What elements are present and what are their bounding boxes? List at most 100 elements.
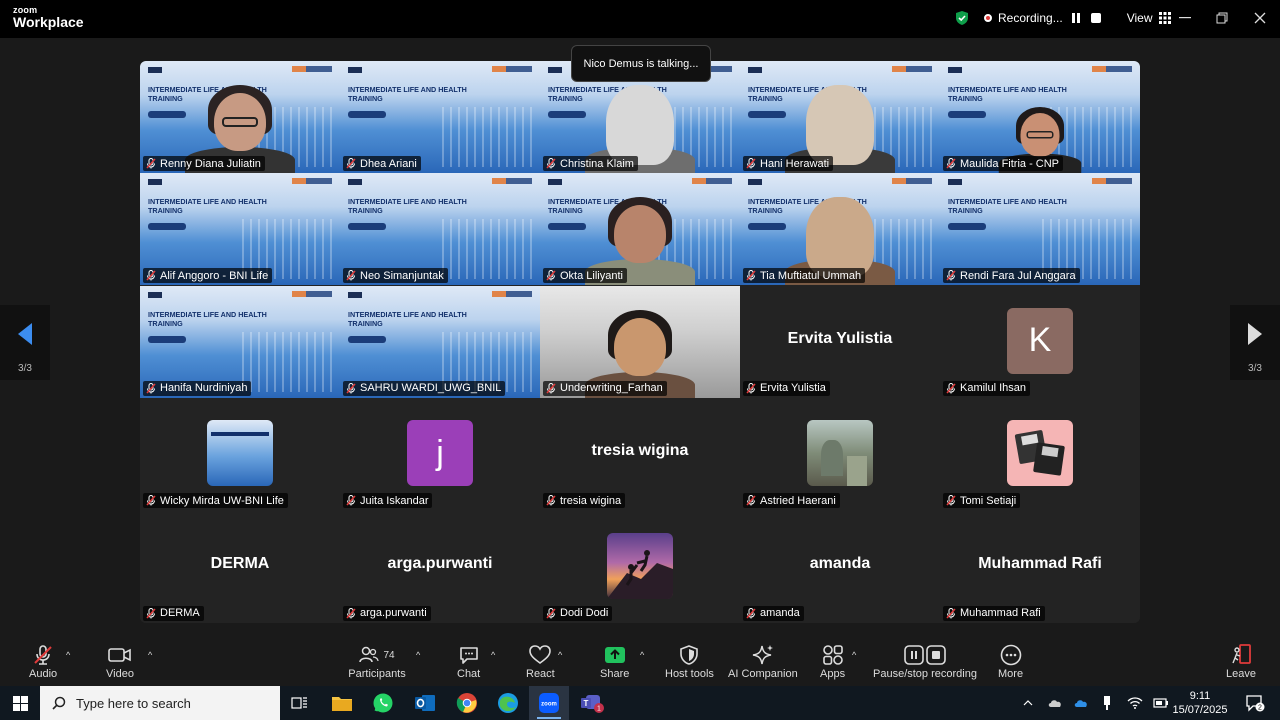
participant-name: Tomi Setiaji (960, 494, 1017, 507)
onedrive-cloud-icon[interactable] (1070, 686, 1092, 720)
participant-tile[interactable]: j Juita Iskandar (340, 398, 540, 510)
windows-taskbar: Type here to search zoom T1 9:11 15/07/2… (0, 686, 1280, 720)
participant-tile[interactable]: INTERMEDIATE LIFE AND HEALTH TRAINING SAH… (340, 285, 540, 398)
recording-indicator[interactable]: Recording... View (954, 6, 1171, 30)
participant-tile[interactable]: INTERMEDIATE LIFE AND HEALTH TRAINING Okt… (540, 173, 740, 286)
slide-subtitle (548, 223, 586, 231)
participant-tile[interactable]: INTERMEDIATE LIFE AND HEALTH TRAINING Neo… (340, 173, 540, 286)
participant-name-tag: Tomi Setiaji (943, 493, 1021, 509)
notification-center-icon[interactable]: 2 (1240, 686, 1270, 720)
close-icon[interactable] (1241, 0, 1279, 36)
wifi-icon[interactable] (1124, 686, 1146, 720)
onedrive-sync-icon[interactable] (1044, 686, 1066, 720)
participant-tile[interactable]: amanda amanda (740, 510, 940, 623)
apps-icon (822, 645, 843, 665)
host-tools-button[interactable]: Host tools (665, 642, 714, 680)
teams-badge: 1 (597, 706, 601, 713)
share-button[interactable]: Share (600, 642, 629, 680)
pause-recording-icon[interactable] (1069, 11, 1083, 25)
zoom-taskbar-icon[interactable]: zoom (529, 686, 569, 720)
share-options-caret-icon[interactable]: ^ (640, 650, 644, 660)
participant-tile[interactable]: Astried Haerani (740, 398, 940, 510)
outlook-icon[interactable] (405, 686, 445, 720)
participant-tile[interactable]: Ervita Yulistia Ervita Yulistia (740, 285, 940, 398)
participant-tile[interactable]: INTERMEDIATE LIFE AND HEALTH TRAINING Dhe… (340, 61, 540, 173)
mic-muted-icon (946, 495, 956, 506)
participant-tile[interactable]: K Kamilul Ihsan (940, 286, 1140, 398)
svg-text:zoom: zoom (541, 702, 557, 708)
task-view-icon[interactable] (280, 686, 320, 720)
file-explorer-icon[interactable] (322, 686, 362, 720)
slide-subtitle (548, 111, 586, 118)
pause-stop-recording-button[interactable]: Pause/stop recording (873, 642, 977, 680)
participant-tile[interactable]: Muhammad Rafi Muhammad Rafi (940, 510, 1140, 623)
participant-tile[interactable]: tresia wigina tresia wigina (540, 398, 740, 511)
more-button[interactable]: More (998, 642, 1023, 680)
participant-tile[interactable]: Wicky Mirda UW-BNI Life (140, 398, 340, 510)
mic-muted-icon (746, 607, 756, 619)
slide-subtitle (348, 111, 386, 118)
edge-icon[interactable] (488, 686, 528, 720)
participants-label: Participants (348, 668, 406, 680)
participant-name-tag: arga.purwanti (343, 605, 431, 621)
heart-icon (529, 645, 552, 664)
ai-companion-label: AI Companion (728, 668, 798, 680)
participant-tile[interactable]: INTERMEDIATE LIFE AND HEALTH TRAINING Ren… (140, 61, 340, 173)
participant-name: Juita Iskandar (360, 494, 429, 507)
chrome-icon[interactable] (447, 686, 487, 720)
participant-name-tag: Rendi Fara Jul Anggara (943, 268, 1080, 284)
participants-options-caret-icon[interactable]: ^ (416, 650, 420, 660)
minimize-icon[interactable] (1166, 0, 1204, 36)
battery-icon[interactable] (1150, 686, 1172, 720)
next-page-button[interactable]: 3/3 (1230, 305, 1280, 380)
chat-options-caret-icon[interactable]: ^ (491, 650, 495, 660)
audio-options-caret-icon[interactable]: ^ (66, 650, 70, 660)
react-options-caret-icon[interactable]: ^ (558, 650, 562, 660)
participant-name-tag: Dodi Dodi (543, 605, 613, 621)
windows-start-button[interactable] (0, 686, 40, 720)
participant-tile[interactable]: INTERMEDIATE LIFE AND HEALTH TRAINING Tia… (740, 173, 940, 286)
leave-button[interactable]: Leave (1226, 642, 1256, 680)
slide-subtitle (748, 223, 786, 231)
show-hidden-icons-chevron-icon[interactable] (1018, 686, 1038, 720)
video-options-caret-icon[interactable]: ^ (148, 650, 152, 660)
participant-tile[interactable]: INTERMEDIATE LIFE AND HEALTH TRAINING Ren… (940, 173, 1140, 286)
taskbar-search-box[interactable]: Type here to search (40, 686, 280, 720)
participant-tile[interactable]: Underwriting_Farhan (540, 285, 740, 398)
view-button[interactable]: View (1127, 11, 1171, 25)
participant-tile[interactable]: DERMA DERMA (140, 510, 340, 623)
participant-name: Alif Anggoro - BNI Life (160, 269, 269, 282)
previous-page-button[interactable]: 3/3 (0, 305, 50, 380)
encryption-shield-icon[interactable] (954, 10, 970, 26)
stop-recording-icon[interactable] (1089, 11, 1103, 25)
participant-tile[interactable]: INTERMEDIATE LIFE AND HEALTH TRAINING Han… (140, 285, 340, 398)
whatsapp-icon[interactable] (363, 686, 403, 720)
slide-subtitle (148, 111, 186, 118)
usb-device-icon[interactable] (1097, 686, 1117, 720)
participant-tile[interactable]: INTERMEDIATE LIFE AND HEALTH TRAINING Han… (740, 61, 940, 173)
participant-tile[interactable]: Dodi Dodi (540, 511, 740, 623)
chat-bubble-icon (459, 647, 478, 664)
participant-tile[interactable]: INTERMEDIATE LIFE AND HEALTH TRAINING Ali… (140, 173, 340, 286)
participants-button[interactable]: 74 Participants (348, 642, 406, 680)
chat-button[interactable]: Chat (457, 642, 480, 680)
system-clock[interactable]: 9:11 15/07/2025 (1170, 689, 1230, 717)
participant-tile[interactable]: INTERMEDIATE LIFE AND HEALTH TRAINING Mau… (940, 61, 1140, 173)
video-camera-icon (108, 648, 131, 662)
participant-avatar: j (407, 420, 473, 487)
teams-icon[interactable]: T1 (572, 686, 612, 720)
apps-options-caret-icon[interactable]: ^ (852, 650, 856, 660)
clock-time: 9:11 (1189, 690, 1211, 702)
mic-muted-icon (346, 270, 356, 281)
participant-tile[interactable]: arga.purwanti arga.purwanti (340, 510, 540, 623)
video-button[interactable]: Video (106, 642, 134, 680)
svg-text:T: T (584, 699, 589, 708)
ai-companion-button[interactable]: AI Companion (728, 642, 798, 680)
brand-line2: Workplace (13, 14, 84, 30)
apps-button[interactable]: Apps (820, 642, 845, 680)
audio-button[interactable]: Audio (29, 642, 57, 680)
participants-icon (359, 646, 380, 663)
restore-icon[interactable] (1203, 0, 1241, 36)
participant-tile[interactable]: Tomi Setiaji (940, 398, 1140, 510)
react-button[interactable]: React (526, 642, 555, 680)
